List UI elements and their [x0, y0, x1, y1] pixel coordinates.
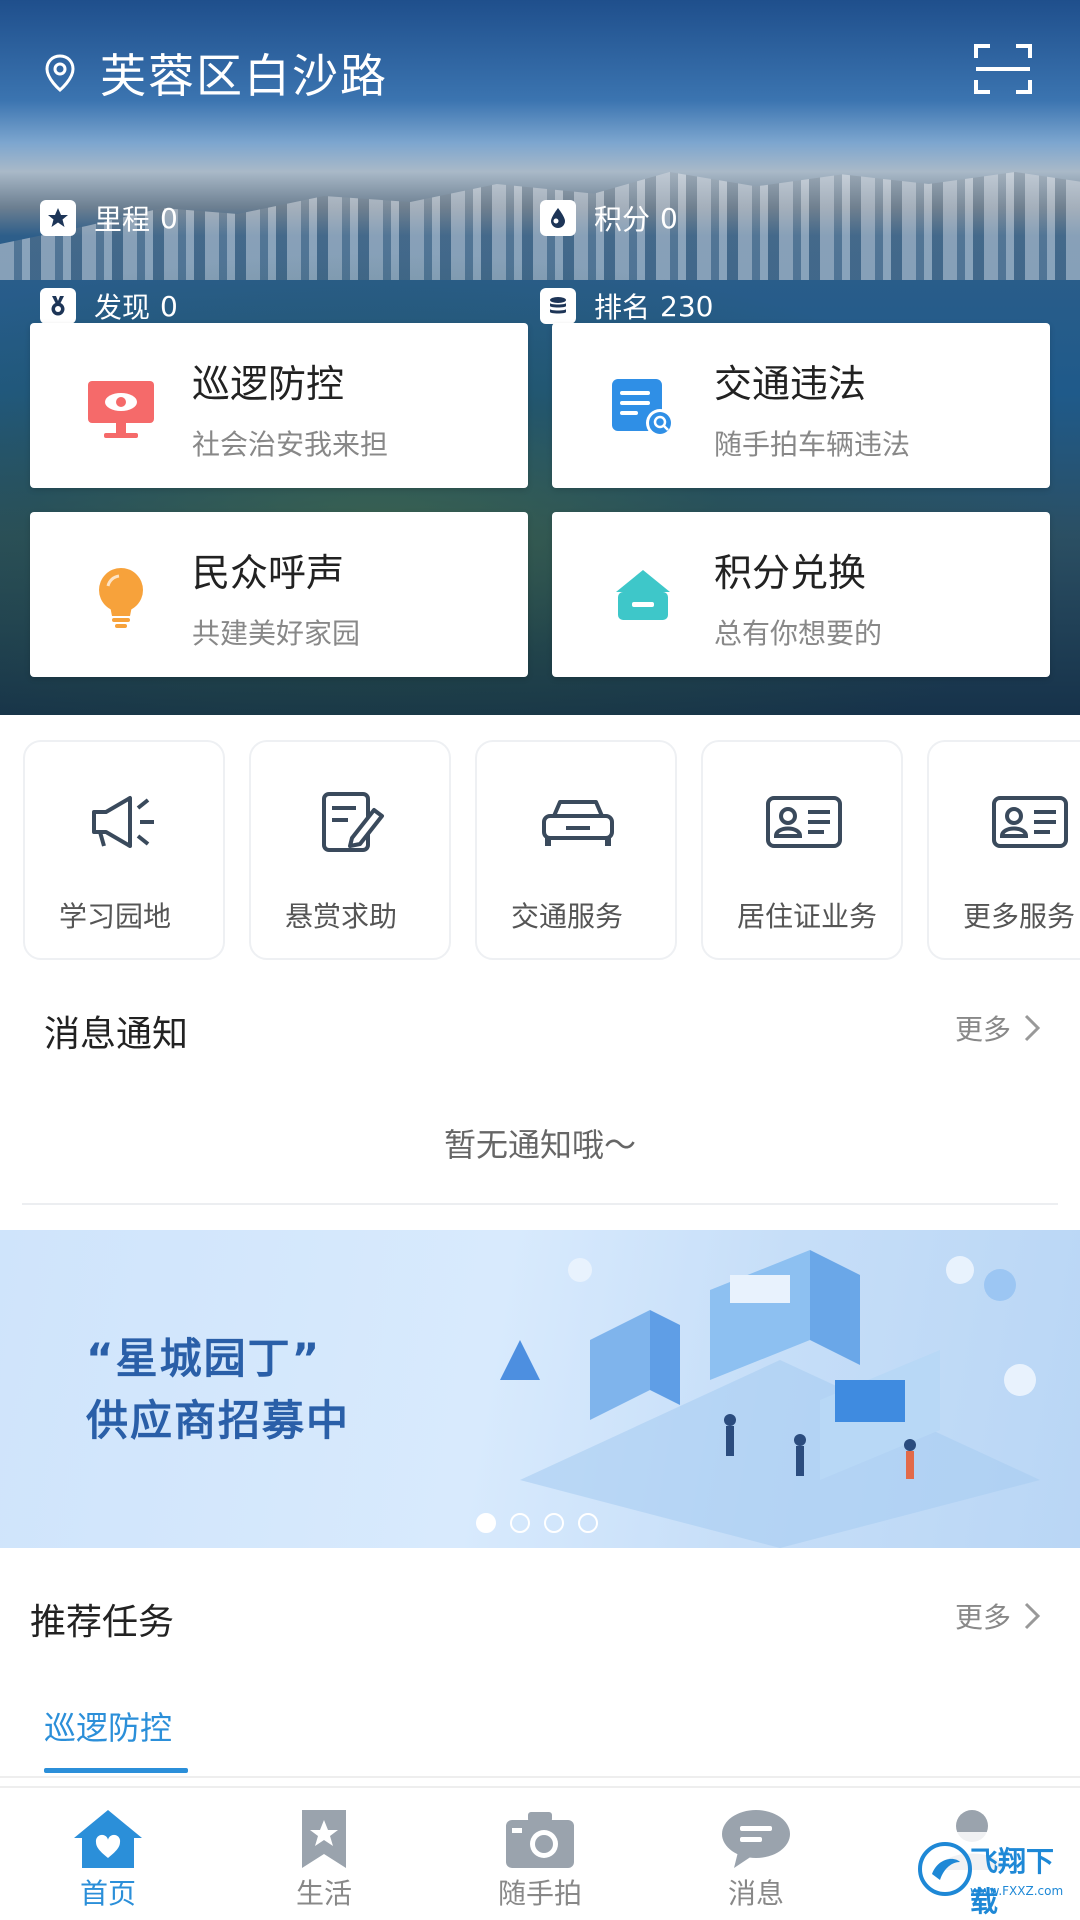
lightbulb-icon [99, 568, 143, 628]
stat-value: 0 [660, 201, 678, 235]
isometric-office-illustration [500, 1250, 1040, 1548]
notice-title: 消息通知 [44, 1014, 189, 1055]
recommended-title: 推荐任务 [30, 1602, 175, 1643]
megaphone-icon [92, 796, 154, 848]
pagination-dot[interactable] [544, 1513, 564, 1533]
pagination-dot[interactable] [578, 1513, 598, 1533]
stat-value: 0 [160, 201, 178, 235]
card-patrol[interactable]: 巡逻防控 社会治安我来担 [30, 323, 528, 488]
nav-messages[interactable]: 消息 [648, 1788, 864, 1920]
stat-label: 里程 [94, 203, 151, 236]
star-icon [40, 200, 76, 236]
nav-label: 随手拍 [497, 1877, 582, 1910]
card-traffic-violation[interactable]: 交通违法 随手拍车辆违法 [552, 323, 1050, 488]
service-label: 学习园地 [59, 900, 172, 933]
basket-icon [616, 570, 670, 620]
promo-banner[interactable]: “星城园丁” 供应商招募中 [0, 1230, 1080, 1548]
banner-line1: “星城园丁” [86, 1334, 322, 1383]
stat-points[interactable]: 积分 0 [540, 198, 678, 238]
service-label: 交通服务 [511, 900, 624, 933]
tab-indicator [44, 1768, 188, 1773]
scan-icon[interactable] [974, 42, 1032, 96]
service-reward-help[interactable]: 悬赏求助 [249, 740, 451, 960]
stat-label: 发现 [94, 291, 151, 324]
nav-label: 消息 [727, 1877, 784, 1910]
location-pin-icon [45, 54, 75, 92]
nav-label: 生活 [295, 1877, 352, 1910]
recommended-more-link[interactable]: 更多 [955, 1596, 1041, 1636]
card-points-exchange[interactable]: 积分兑换 总有你想要的 [552, 512, 1050, 677]
drop-icon [540, 200, 576, 236]
service-grid: 学习园地 悬赏求助 交通服务 居住证业务 更多服务 [0, 740, 1080, 962]
chevron-right-icon [1024, 1014, 1041, 1042]
divider [22, 1203, 1058, 1205]
stat-label: 排名 [594, 291, 651, 324]
card-title: 巡逻防控 [192, 362, 345, 406]
stat-discover[interactable]: 发现 0 [40, 286, 178, 326]
nav-label: 首页 [79, 1877, 136, 1910]
stat-rank[interactable]: 排名 230 [540, 286, 713, 326]
stat-value: 230 [660, 289, 714, 323]
service-residence-permit[interactable]: 居住证业务 [701, 740, 903, 960]
banner-line2: 供应商招募中 [86, 1396, 351, 1445]
hero-header: 芙蓉区白沙路 里程 0 积分 0 发现 0 排名 230 巡逻防控 社会治安我来… [0, 0, 1080, 715]
site-watermark: 飞翔下载 www.FXXZ.com [912, 1832, 1072, 1918]
bookmark-star-icon [302, 1810, 346, 1868]
notice-empty-text: 暂无通知哦～ [443, 1126, 636, 1164]
card-subtitle: 社会治安我来担 [192, 428, 389, 461]
service-label: 居住证业务 [737, 900, 878, 933]
watermark-logo-icon [918, 1842, 972, 1896]
card-subtitle: 共建美好家园 [192, 617, 361, 650]
service-label: 更多服务 [963, 900, 1076, 933]
home-heart-icon [74, 1810, 142, 1868]
watermark-title: 飞翔下载 [970, 1845, 1055, 1918]
service-traffic[interactable]: 交通服务 [475, 740, 677, 960]
pagination-dot[interactable] [476, 1513, 496, 1533]
monitor-eye-icon [88, 381, 154, 438]
nav-life[interactable]: 生活 [216, 1788, 432, 1920]
card-title: 民众呼声 [192, 551, 345, 595]
card-subtitle: 随手拍车辆违法 [714, 428, 911, 461]
tab-patrol[interactable]: 巡逻防控 [44, 1703, 172, 1749]
stat-label: 积分 [594, 203, 651, 236]
camera-icon [506, 1812, 574, 1868]
watermark-url: www.FXXZ.com [970, 1884, 1064, 1898]
nav-home[interactable]: 首页 [0, 1788, 216, 1920]
card-public-voice[interactable]: 民众呼声 共建美好家园 [30, 512, 528, 677]
divider [0, 1776, 1080, 1778]
chevron-right-icon [1024, 1602, 1041, 1630]
pagination-dot[interactable] [510, 1513, 530, 1533]
more-label: 更多 [955, 1013, 1012, 1046]
card-subtitle: 总有你想要的 [714, 617, 883, 650]
notice-more-link[interactable]: 更多 [955, 1008, 1041, 1048]
card-title: 积分兑换 [714, 551, 867, 595]
id-card-icon [992, 796, 1068, 848]
stat-value: 0 [160, 289, 178, 323]
location-selector[interactable]: 芙蓉区白沙路 [40, 40, 388, 106]
stat-mileage[interactable]: 里程 0 [40, 198, 178, 238]
service-label: 悬赏求助 [285, 900, 398, 933]
service-study[interactable]: 学习园地 [23, 740, 225, 960]
document-search-icon [612, 379, 674, 437]
card-title: 交通违法 [714, 362, 867, 406]
nav-snapshot[interactable]: 随手拍 [432, 1788, 648, 1920]
more-label: 更多 [955, 1601, 1012, 1634]
medal-icon [40, 288, 76, 324]
service-more[interactable]: 更多服务 [927, 740, 1080, 960]
banner-pagination[interactable] [476, 1513, 612, 1533]
coins-icon [540, 288, 576, 324]
location-text: 芙蓉区白沙路 [100, 49, 388, 103]
chat-bubble-icon [722, 1810, 790, 1868]
car-icon [542, 800, 614, 846]
id-card-icon [766, 796, 842, 848]
edit-document-icon [322, 792, 384, 852]
